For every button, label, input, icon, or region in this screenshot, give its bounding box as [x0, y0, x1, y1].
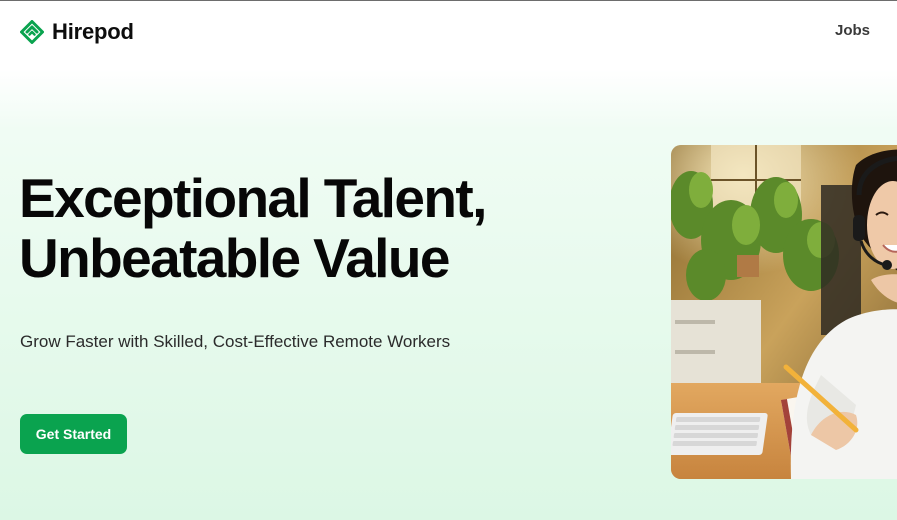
hero-photo-illustration: [671, 145, 897, 479]
hirepod-logo-icon: [20, 20, 44, 44]
hero-title-line-1: Exceptional Talent,: [19, 167, 487, 229]
hero-photo: [671, 145, 897, 479]
nav-link-jobs[interactable]: Jobs: [835, 22, 870, 39]
hero-title-line-2: Unbeatable Value: [19, 227, 450, 289]
site-header: Hirepod Jobs: [0, 1, 897, 61]
brand-logo[interactable]: Hirepod: [20, 20, 134, 44]
get-started-button[interactable]: Get Started: [20, 414, 127, 454]
brand-name: Hirepod: [52, 19, 134, 44]
hero-title: Exceptional Talent, Unbeatable Value: [19, 167, 487, 289]
hero-subtitle: Grow Faster with Skilled, Cost-Effective…: [20, 332, 451, 351]
